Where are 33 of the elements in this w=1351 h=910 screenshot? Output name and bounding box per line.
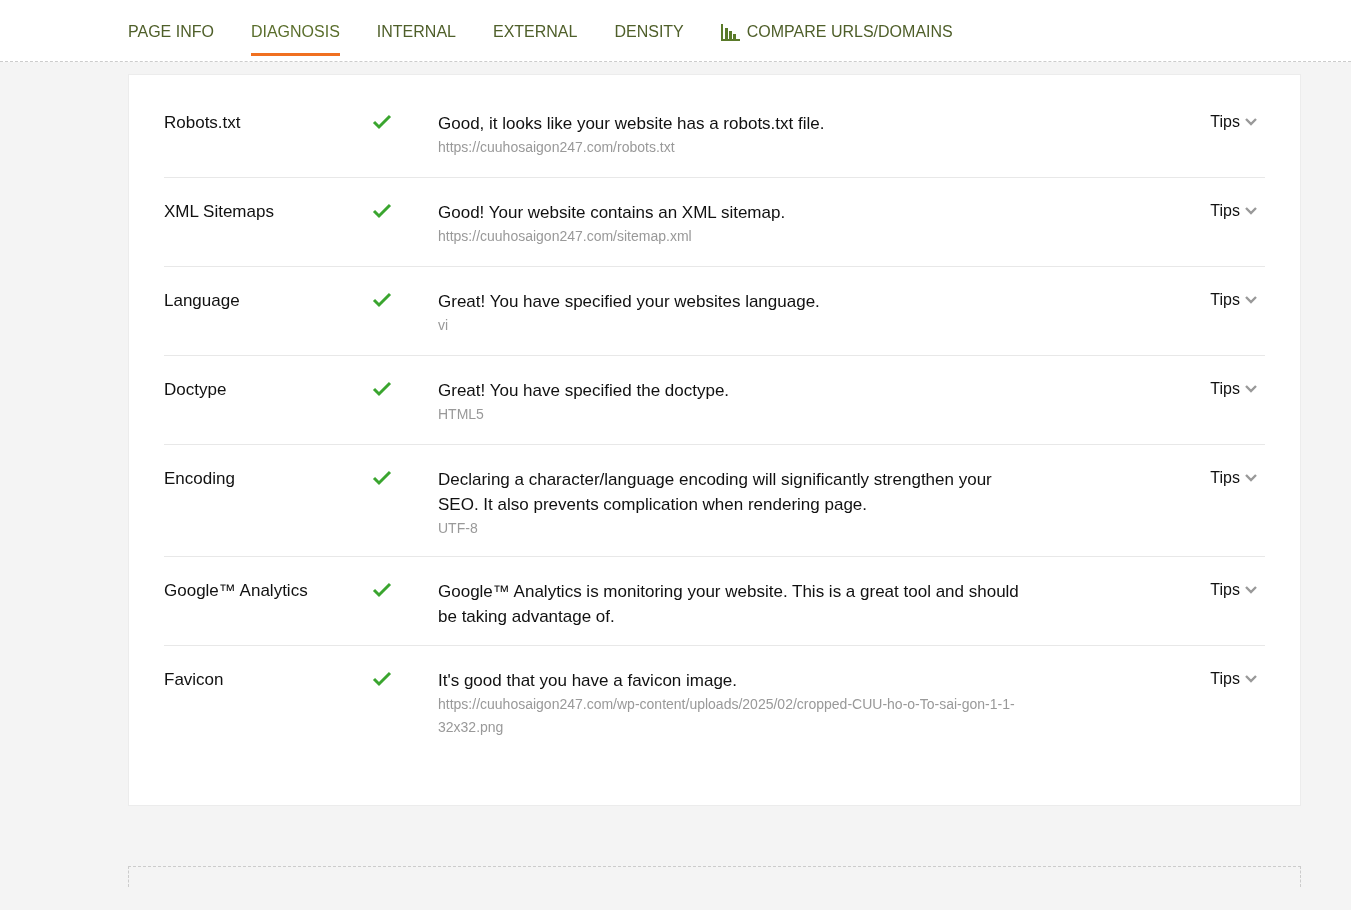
tips-toggle[interactable]: Tips: [1210, 668, 1257, 688]
check-message: Great! You have specified your websites language.: [438, 291, 821, 313]
check-name: Favicon: [164, 669, 225, 690]
tab[interactable]: EXTERNAL: [492, 8, 578, 56]
check-message: It's good that you have a favicon image.: [438, 670, 739, 692]
check-detail: HTML5: [438, 405, 485, 424]
tips-toggle[interactable]: Tips: [1210, 200, 1257, 220]
check-message: Declaring a character/language encoding will significantly strengthen your SEO. It also prevents complication when rendering page.: [438, 469, 993, 516]
tab[interactable]: COMPARE URLS/DOMAINS: [720, 8, 953, 56]
tab[interactable]: DENSITY: [614, 8, 684, 56]
tab[interactable]: PAGE INFO: [128, 8, 214, 56]
tips-toggle[interactable]: Tips: [1210, 467, 1257, 487]
tab[interactable]: INTERNAL: [376, 8, 456, 56]
tips-toggle[interactable]: Tips: [1210, 378, 1257, 398]
check-name: Encoding: [164, 468, 236, 489]
check-name: Google™ Analytics: [164, 580, 309, 601]
check-message: Google™ Analytics is monitoring your website. This is a great tool and should be taking advantage of.: [438, 581, 1020, 628]
tab[interactable]: DIAGNOSIS: [250, 8, 340, 56]
tips-toggle[interactable]: Tips: [1210, 579, 1257, 599]
check-message: Good, it looks like your website has a robots.txt file.: [438, 113, 826, 135]
check-detail: https://cuuhosaigon247.com/robots.txt: [438, 138, 676, 157]
check-detail: UTF-8: [438, 519, 479, 538]
check-name: Robots.txt: [164, 112, 242, 133]
tips-toggle[interactable]: Tips: [1210, 111, 1257, 131]
check-detail: https://cuuhosaigon247.com/sitemap.xml: [438, 227, 693, 246]
check-name: XML Sitemaps: [164, 201, 275, 222]
tips-toggle[interactable]: Tips: [1210, 289, 1257, 309]
check-name: Language: [164, 290, 241, 311]
check-detail: vi: [438, 316, 450, 335]
check-name: Doctype: [164, 379, 228, 400]
check-message: Good! Your website contains an XML sitemap.: [438, 202, 787, 224]
check-detail: https://cuuhosaigon247.com/wp-content/uploads/2025/02/cropped-CUU-ho-o-To-sai-gon-1-1-32x32.png: [438, 695, 1016, 737]
check-message: Great! You have specified the doctype.: [438, 380, 731, 402]
